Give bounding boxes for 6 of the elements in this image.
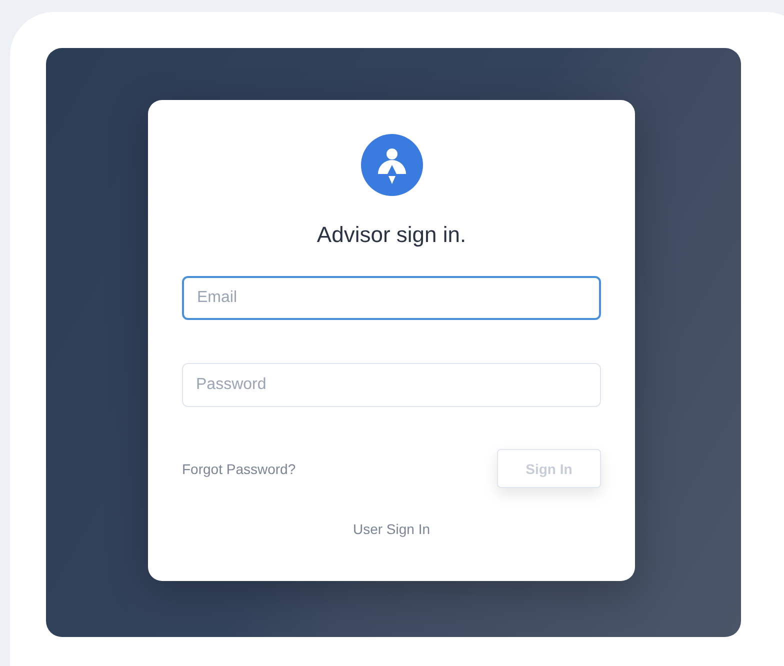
sign-in-title: Advisor sign in. [316,222,466,248]
password-field[interactable]: Password [182,363,601,407]
user-sign-in-link[interactable]: User Sign In [352,521,430,537]
forgot-password-link[interactable]: Forgot Password? [182,460,296,476]
person-logo-icon [360,134,422,196]
email-field[interactable]: Email [182,276,601,320]
